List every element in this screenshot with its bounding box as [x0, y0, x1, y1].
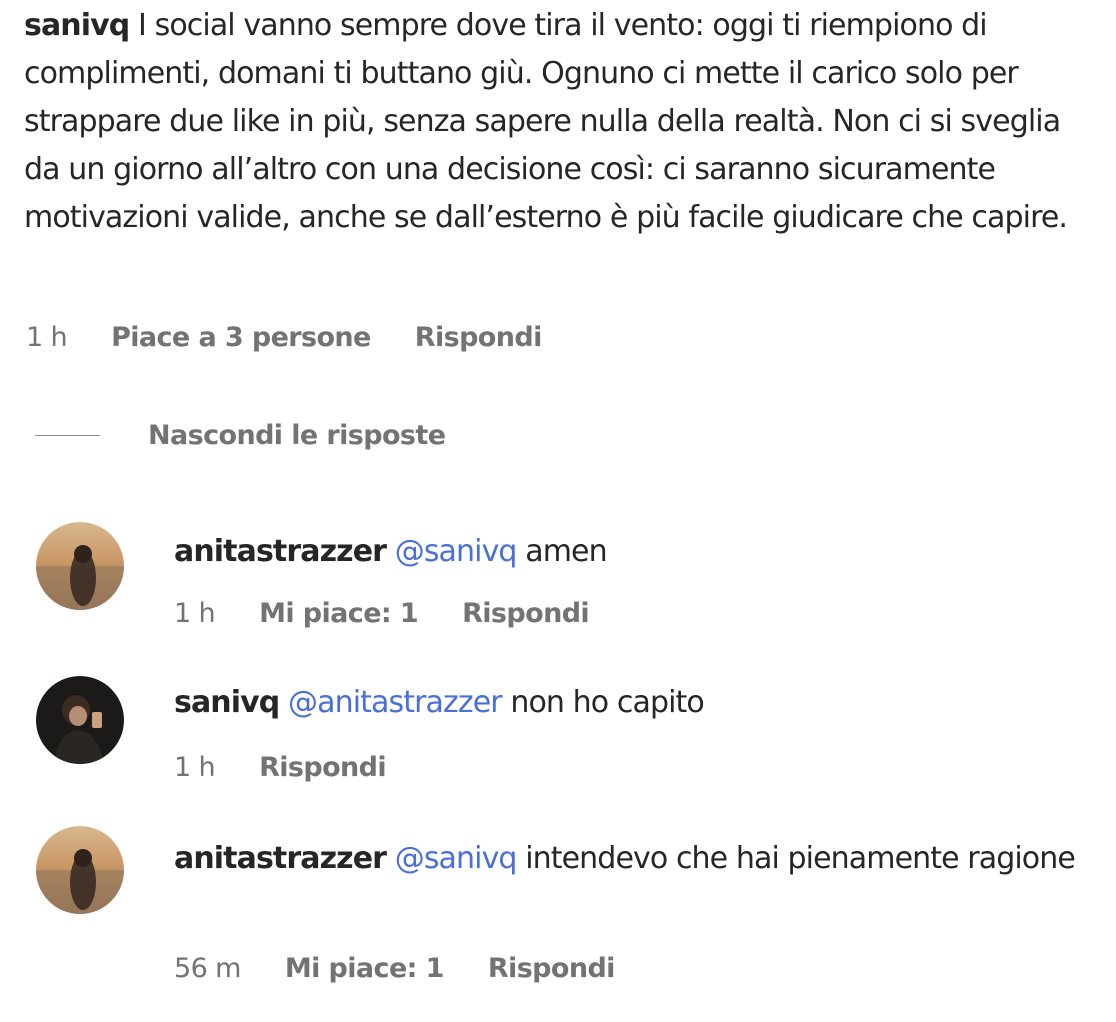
reply-meta: 1 h Rispondi — [174, 752, 422, 783]
reply-time: 56 m — [174, 953, 241, 984]
reply-mention[interactable]: @anitastrazzer — [288, 685, 503, 720]
sunset-profile-avatar-icon[interactable] — [36, 522, 124, 610]
comment-text: I social vanno sempre dove tira il vento… — [24, 8, 1068, 235]
reply-text: sanivq @anitastrazzer non ho capito — [174, 679, 1094, 727]
hide-replies-label: Nascondi le risposte — [148, 420, 446, 451]
reply-username[interactable]: sanivq — [174, 685, 280, 720]
reply-meta: 1 h Mi piace: 1 Rispondi — [174, 598, 625, 629]
reply-text: anitastrazzer @sanivq amen — [174, 528, 1094, 576]
reply-body: intendevo che hai pienamente ragione — [525, 841, 1076, 876]
reply-likes-link[interactable]: Mi piace: 1 — [285, 953, 445, 984]
reply-text: anitastrazzer @sanivq intendevo che hai … — [174, 835, 1094, 883]
reply-username[interactable]: anitastrazzer — [174, 534, 387, 569]
reply-reply-button[interactable]: Rispondi — [259, 752, 387, 783]
reply-likes-link[interactable]: Mi piace: 1 — [259, 598, 419, 629]
reply-mention[interactable]: @sanivq — [395, 841, 518, 876]
reply-body: amen — [525, 534, 607, 569]
reply-reply-button[interactable]: Rispondi — [462, 598, 590, 629]
hide-replies-toggle[interactable]: Nascondi le risposte — [35, 420, 446, 451]
reply-body: non ho capito — [510, 685, 704, 720]
comment-reply-button[interactable]: Rispondi — [415, 322, 543, 353]
reply-time: 1 h — [174, 598, 216, 629]
dark-profile-avatar-icon[interactable] — [36, 676, 124, 764]
reply-mention[interactable]: @sanivq — [395, 534, 518, 569]
reply-reply-button[interactable]: Rispondi — [488, 953, 616, 984]
main-comment: sanivq I social vanno sempre dove tira i… — [24, 2, 1104, 242]
replies-divider-line — [35, 435, 100, 436]
sunset-profile-avatar-icon[interactable] — [36, 826, 124, 914]
reply-username[interactable]: anitastrazzer — [174, 841, 387, 876]
comment-meta: 1 h Piace a 3 persone Rispondi — [26, 322, 578, 353]
comment-time: 1 h — [26, 322, 68, 353]
comment-username[interactable]: sanivq — [24, 8, 130, 43]
reply-time: 1 h — [174, 752, 216, 783]
reply-meta: 56 m Mi piace: 1 Rispondi — [174, 953, 651, 984]
comment-likes-link[interactable]: Piace a 3 persone — [111, 322, 371, 353]
